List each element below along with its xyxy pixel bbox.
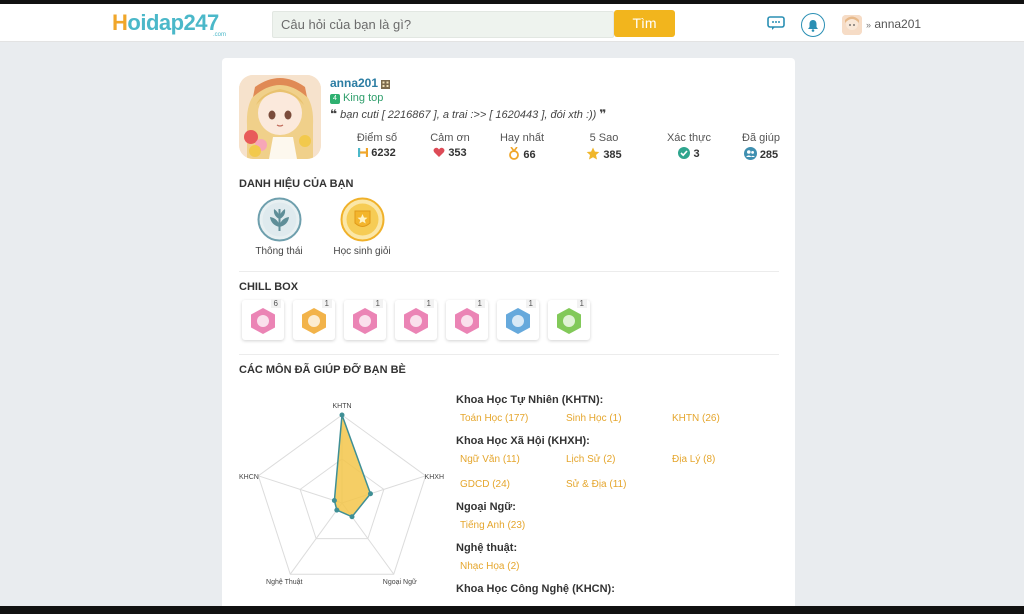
profile-username[interactable]: anna201 <box>330 76 378 90</box>
star-icon <box>586 147 600 163</box>
stat-five-star: 5 Sao 385 <box>569 132 639 163</box>
subject-group-khtn: Khoa Học Tự Nhiên (KHTN): <box>456 394 604 406</box>
rank-number-badge: 4 <box>330 94 340 104</box>
users-icon <box>743 147 757 163</box>
chill-box-item[interactable]: 1 <box>497 299 539 340</box>
heart-icon <box>433 147 445 161</box>
egg-icon <box>251 308 275 334</box>
subject-item[interactable]: Tiếng Anh (23) <box>460 520 525 531</box>
radar-point <box>334 507 340 513</box>
star-medal-icon <box>340 197 385 242</box>
subject-item[interactable]: Ngữ Văn (11) <box>460 454 520 465</box>
building-badge-icon <box>380 77 391 89</box>
chill-box-item[interactable]: 1 <box>344 299 386 340</box>
flower-icon <box>353 308 377 334</box>
radar-axis-label: KHCN <box>239 474 259 481</box>
stat-verified: Xác thực 3 <box>666 132 712 162</box>
radar-axis-line <box>258 475 343 504</box>
subjects-radar-chart: KHTN KHXH Ngoại Ngữ Nghệ Thuật KHCN <box>239 403 444 586</box>
chill-box-item[interactable]: 6 <box>242 299 284 340</box>
open-quote-icon: ❝ <box>330 107 338 121</box>
cake-icon <box>404 308 428 334</box>
subject-group-nghe-thuat: Nghệ thuật: <box>456 542 518 554</box>
profile-card: anna201 4 King top ❝ bạn cuti [ 2216867 ]… <box>222 58 795 614</box>
subject-group-ngoai-ngu: Ngoại Ngữ: <box>456 501 516 513</box>
profile-avatar <box>239 75 321 159</box>
title-badge-thong-thai[interactable]: Thông thái <box>239 197 319 257</box>
chill-box-item[interactable]: 1 <box>446 299 488 340</box>
chill-box-item[interactable]: 1 <box>548 299 590 340</box>
header-avatar[interactable] <box>842 15 862 35</box>
subject-item[interactable]: Sử & Địa (11) <box>566 479 626 490</box>
radar-point <box>331 498 337 504</box>
laurel-icon <box>257 197 302 242</box>
top-navbar: Hoidap247 .com Câu hỏi của bạn là gì? Tì… <box>0 4 1024 42</box>
h-icon <box>358 147 369 161</box>
stat-best: Hay nhất 66 <box>499 132 545 163</box>
title-badge-hoc-sinh-gioi[interactable]: Học sinh giỏi <box>322 197 402 257</box>
ribbon-icon <box>557 308 581 334</box>
chill-box-item[interactable]: 1 <box>293 299 335 340</box>
medal-icon <box>508 146 520 163</box>
stat-helped: Đã giúp 285 <box>742 132 780 163</box>
subject-item[interactable]: Nhạc Họa (2) <box>460 561 519 572</box>
check-icon <box>678 147 691 162</box>
close-quote-icon: ❞ <box>599 107 607 121</box>
stat-thanks: Cảm ơn 353 <box>430 132 470 161</box>
bottom-frame-bar <box>0 606 1024 614</box>
subject-item[interactable]: GDCD (24) <box>460 479 510 490</box>
radar-data-area <box>333 414 372 518</box>
radar-point <box>349 514 355 520</box>
search-input[interactable]: Câu hỏi của bạn là gì? <box>272 11 614 38</box>
profile-quote: ❝ bạn cuti [ 2216867 ], a trai :>> [ 162… <box>330 107 607 121</box>
crown-flower-icon <box>302 308 326 334</box>
radar-axis-label: Nghệ Thuật <box>266 579 303 586</box>
section-divider <box>239 354 779 355</box>
site-logo-suffix: .com <box>213 32 227 38</box>
subject-item[interactable]: Lịch Sử (2) <box>566 454 616 465</box>
radar-point <box>339 412 345 418</box>
subject-item[interactable]: Sinh Học (1) <box>566 413 622 424</box>
radar-axis-label: KHTN <box>332 403 351 410</box>
rank-label: 4 King top <box>330 92 383 104</box>
subject-group-khxh: Khoa Học Xã Hội (KHXH): <box>456 435 590 447</box>
radar-axis-label: Ngoại Ngữ <box>383 579 417 586</box>
titles-heading: DANH HIỆU CỦA BẠN <box>239 178 354 190</box>
subjects-heading: CÁC MÔN ĐÃ GIÚP ĐỠ BẠN BÈ <box>239 364 406 376</box>
chill-box-item[interactable]: 1 <box>395 299 437 340</box>
stat-points: Điểm số 6232 <box>356 132 398 161</box>
notification-bell-icon[interactable] <box>801 13 825 37</box>
section-divider <box>239 271 779 272</box>
subject-item[interactable]: Toán Học (177) <box>460 413 528 424</box>
radar-point <box>367 491 373 497</box>
subject-item[interactable]: Địa Lý (8) <box>672 454 715 465</box>
radar-axis-label: KHXH <box>425 474 444 481</box>
chill-box-heading: CHILL BOX <box>239 281 299 293</box>
search-button[interactable]: Tìm <box>614 10 675 37</box>
chat-icon[interactable] <box>767 16 785 31</box>
trophy-icon <box>506 308 530 334</box>
profile-stats: Điểm số 6232 Cảm ơn 353 Hay nhất 66 5 Sa… <box>342 132 782 162</box>
site-logo[interactable]: Hoidap247 <box>112 10 219 36</box>
cup-icon <box>455 308 479 334</box>
subject-group-khcn: Khoa Học Công Nghệ (KHCN): <box>456 583 615 595</box>
chevron-down-icon: » <box>866 20 872 30</box>
header-username[interactable]: » anna201 <box>866 17 921 31</box>
subject-item[interactable]: KHTN (26) <box>672 413 720 424</box>
